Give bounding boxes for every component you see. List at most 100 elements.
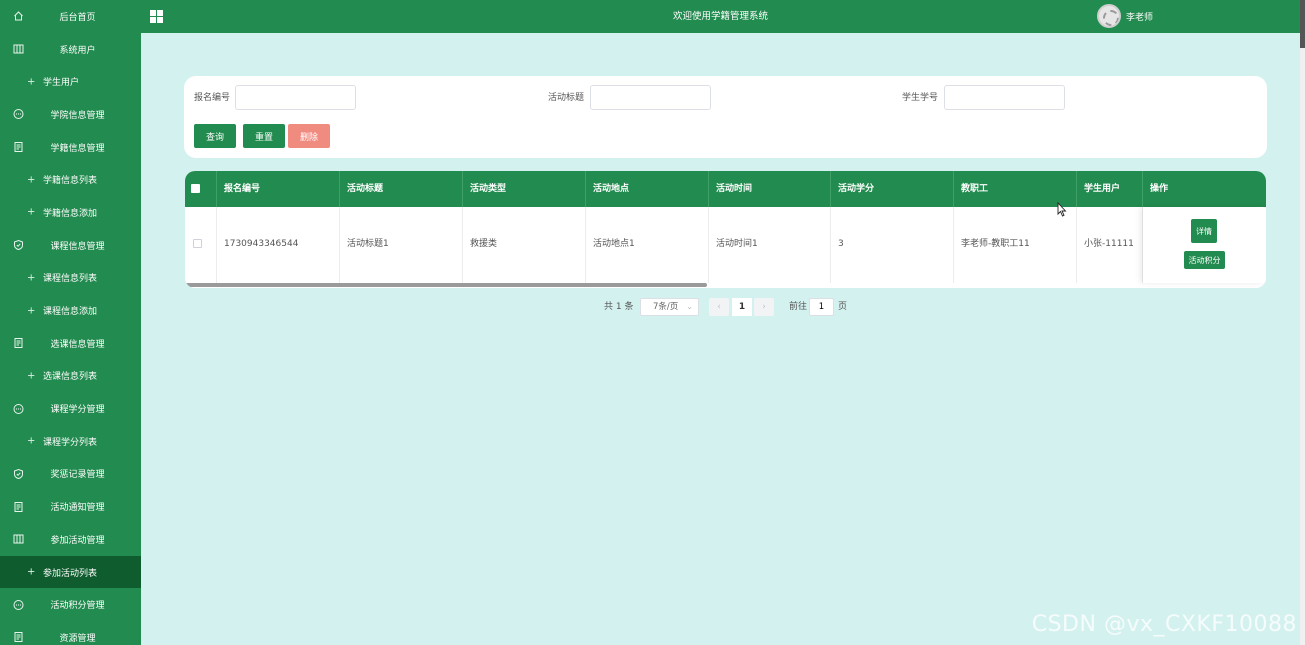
document-icon	[13, 501, 24, 512]
sidebar-item[interactable]: 参加活动管理	[0, 523, 141, 556]
header-operations: 操作	[1150, 184, 1169, 194]
plus-icon: +	[27, 435, 36, 447]
sidebar-item[interactable]: + 课程信息列表	[0, 262, 141, 295]
sidebar-item[interactable]: 学院信息管理	[0, 98, 141, 131]
sidebar-item[interactable]: 资源管理	[0, 621, 141, 645]
sidebar-item[interactable]: + 课程信息添加	[0, 294, 141, 327]
mouse-cursor-icon	[1057, 202, 1067, 217]
page-size-value: 7条/页	[653, 302, 679, 312]
document-icon	[13, 338, 24, 349]
sidebar-item[interactable]: + 学籍信息添加	[0, 196, 141, 229]
sidebar-item[interactable]: 活动通知管理	[0, 490, 141, 523]
sidebar-item[interactable]: 选课信息管理	[0, 327, 141, 360]
sidebar-item[interactable]: + 学生用户	[0, 65, 141, 98]
header-registration-number[interactable]: 报名编号	[217, 171, 340, 207]
detail-button[interactable]: 详情	[1191, 219, 1217, 243]
sidebar-item[interactable]: 活动积分管理	[0, 588, 141, 621]
user-name: 李老师	[1126, 12, 1154, 23]
activity-title-label: 活动标题	[548, 93, 585, 103]
document-icon	[13, 142, 24, 153]
student-id-input[interactable]	[944, 85, 1065, 110]
goto-page-input[interactable]	[809, 298, 834, 316]
page-size-select[interactable]: 7条/页 ⌄	[640, 298, 699, 316]
chat-icon	[13, 599, 24, 610]
header-activity-location[interactable]: 活动地点	[586, 171, 709, 207]
goto-suffix: 页	[838, 302, 848, 312]
home-icon	[13, 11, 24, 22]
table-header: 报名编号 活动标题 活动类型 活动地点 活动时间 活动学分 教职工 学生用户 操…	[185, 171, 1266, 207]
registration-number-label: 报名编号	[194, 93, 231, 103]
sidebar-item-label: 课程信息添加	[43, 307, 98, 318]
plus-icon: +	[27, 272, 36, 284]
header-select-cell	[185, 171, 217, 207]
header-activity-title[interactable]: 活动标题	[340, 171, 463, 207]
reset-button[interactable]: 重置	[243, 124, 285, 148]
header-student-user[interactable]: 学生用户	[1077, 171, 1143, 207]
delete-button[interactable]: 删除	[288, 124, 330, 148]
sidebar-item-label: 学籍信息添加	[43, 208, 98, 219]
goto-prefix: 前往	[789, 302, 808, 312]
next-page-button[interactable]: ›	[754, 298, 774, 316]
columns-icon	[13, 44, 24, 55]
registration-number-input[interactable]	[235, 85, 356, 110]
cell-staff: 李老师-教职工11	[954, 207, 1077, 283]
header-activity-type[interactable]: 活动类型	[463, 171, 586, 207]
shield-icon	[13, 468, 24, 479]
sidebar-item[interactable]: + 参加活动列表	[0, 555, 141, 589]
sidebar-item[interactable]: 学籍信息管理	[0, 131, 141, 164]
sidebar-item-label: 参加活动列表	[43, 568, 98, 579]
cell-registration-number: 1730943346544	[217, 207, 340, 283]
sidebar-item[interactable]: + 学籍信息列表	[0, 163, 141, 196]
cell-activity-credits: 3	[831, 207, 954, 283]
plus-icon: +	[27, 174, 36, 186]
activity-title-input[interactable]	[590, 85, 711, 110]
sidebar-item[interactable]: 课程信息管理	[0, 229, 141, 262]
cell-operations: 详情 活动积分	[1143, 207, 1266, 283]
plus-icon: +	[27, 305, 36, 317]
sidebar-item[interactable]: 课程学分管理	[0, 392, 141, 425]
cell-activity-location: 活动地点1	[586, 207, 709, 283]
topbar: 欢迎使用学籍管理系统 李老师	[141, 0, 1300, 33]
plus-icon: +	[27, 206, 36, 218]
student-id-label: 学生学号	[902, 93, 939, 103]
sidebar-item[interactable]: 奖惩记录管理	[0, 458, 141, 491]
sidebar-menu: 后台首页 系统用户 + 学生用户 学院信息管理 学籍信息管理 + 学籍信息列表 + 学籍信息添加课…	[0, 0, 141, 645]
user-menu[interactable]: 李老师	[1097, 4, 1153, 28]
sidebar-item-label: 学生用户	[43, 78, 80, 89]
activity-score-button[interactable]: 活动积分	[1184, 251, 1225, 269]
sidebar-item[interactable]: + 选课信息列表	[0, 360, 141, 393]
cell-activity-time: 活动时间1	[709, 207, 831, 283]
sidebar-item-label: 选课信息列表	[43, 372, 98, 383]
sidebar-item-label: 课程学分列表	[43, 437, 98, 448]
columns-icon	[13, 534, 24, 545]
header-activity-time[interactable]: 活动时间	[709, 171, 831, 207]
plus-icon: +	[27, 76, 36, 88]
page-scrollbar-thumb[interactable]	[1300, 0, 1305, 48]
query-button[interactable]: 查询	[194, 124, 236, 148]
current-page[interactable]: 1	[732, 298, 752, 316]
sidebar-item[interactable]: + 课程学分列表	[0, 425, 141, 458]
plus-icon: +	[27, 566, 36, 578]
header-activity-credits[interactable]: 活动学分	[831, 171, 954, 207]
prev-page-button[interactable]: ‹	[709, 298, 729, 316]
chevron-down-icon: ⌄	[686, 302, 693, 311]
select-all-checkbox[interactable]	[191, 184, 200, 193]
avatar[interactable]	[1097, 4, 1121, 28]
page-scrollbar[interactable]	[1300, 0, 1305, 645]
sidebar-item[interactable]: 后台首页	[0, 0, 141, 33]
sidebar-item-label: 学籍信息列表	[43, 176, 98, 187]
table-horizontal-scrollbar[interactable]	[185, 283, 707, 287]
chat-icon	[13, 109, 24, 120]
sidebar-item[interactable]: 系统用户	[0, 33, 141, 66]
watermark: CSDN @vx_CXKF10088	[1031, 612, 1297, 637]
row-checkbox[interactable]	[193, 239, 202, 248]
cell-activity-type: 救援类	[463, 207, 586, 283]
pagination-total: 共 1 条	[604, 302, 634, 312]
document-icon	[13, 632, 24, 643]
sidebar-item-label: 课程信息列表	[43, 274, 98, 285]
data-table: 报名编号 活动标题 活动类型 活动地点 活动时间 活动学分 教职工 学生用户 操…	[185, 171, 1266, 288]
search-panel: 报名编号 活动标题 学生学号 查询 重置 删除	[184, 76, 1267, 158]
plus-icon: +	[27, 370, 36, 382]
row-select-cell	[185, 207, 217, 283]
sidebar: 后台首页 系统用户 + 学生用户 学院信息管理 学籍信息管理 + 学籍信息列表 + 学籍信息添加课…	[0, 0, 141, 645]
